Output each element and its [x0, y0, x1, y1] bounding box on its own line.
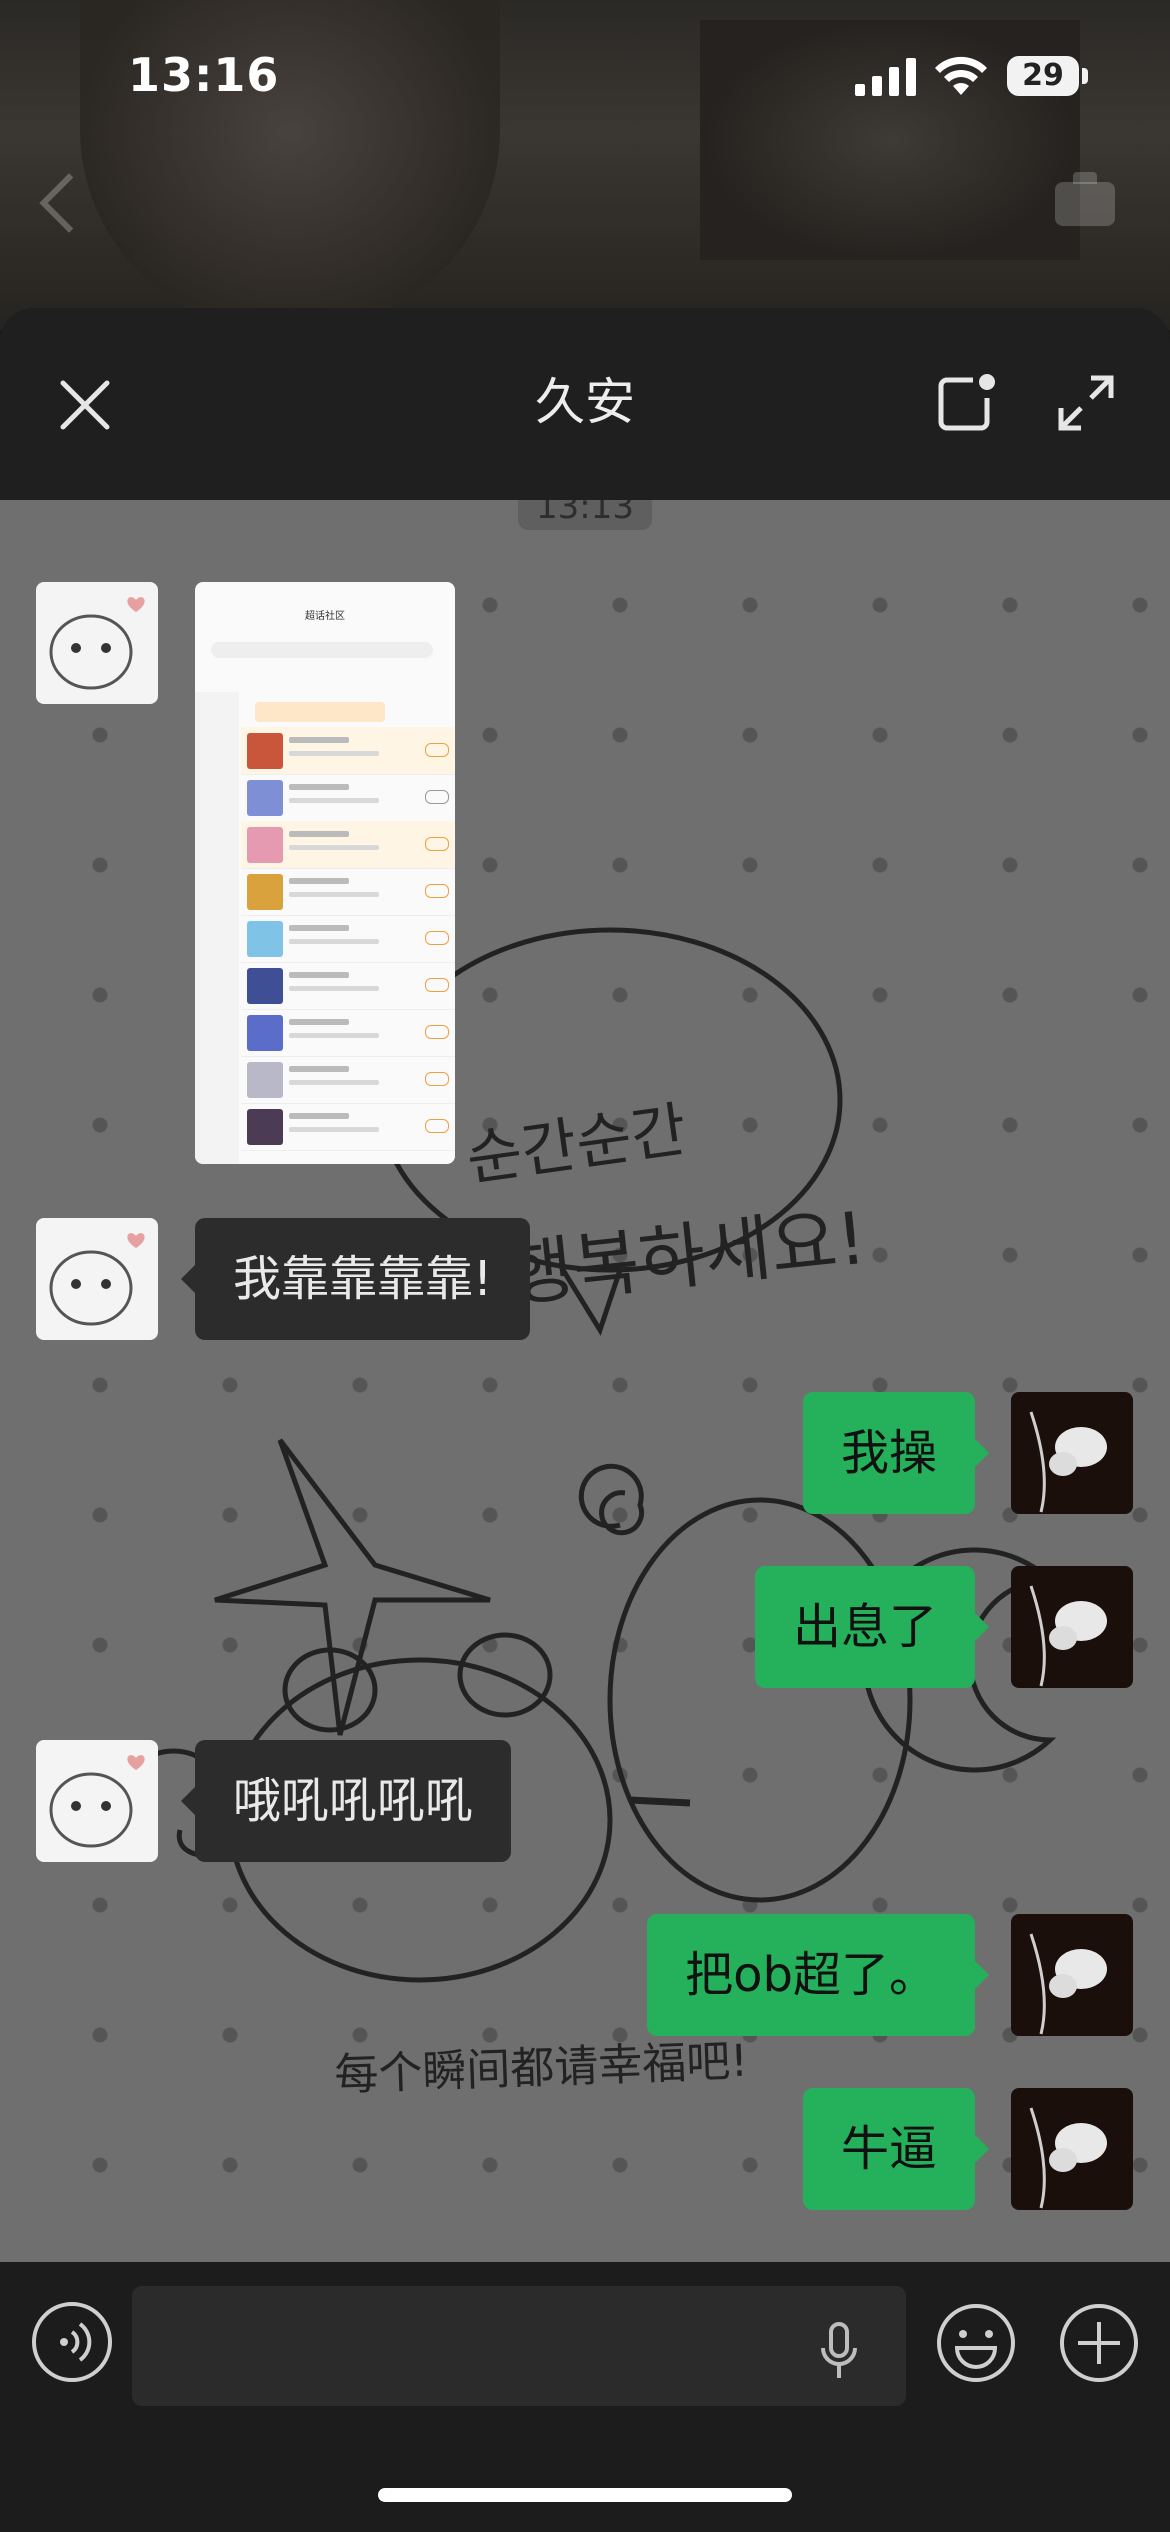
signal-icon	[855, 58, 916, 96]
input-bar	[0, 2262, 1170, 2532]
screenshot-row	[241, 774, 455, 822]
microphone-icon[interactable]	[820, 2322, 858, 2382]
floating-window-icon[interactable]	[935, 372, 997, 434]
voice-icon[interactable]	[32, 2302, 112, 2382]
screenshot-row	[241, 727, 455, 775]
user-avatar[interactable]	[1011, 1914, 1133, 2036]
expand-icon[interactable]	[1055, 372, 1117, 434]
home-indicator[interactable]	[378, 2488, 792, 2502]
chat-timestamp: 13:13	[518, 500, 652, 530]
screenshot-row	[241, 915, 455, 963]
screenshot-search	[211, 642, 433, 658]
plus-icon[interactable]	[1058, 2302, 1140, 2384]
message-bubble-sent[interactable]: 出息了	[754, 1566, 990, 1688]
wifi-icon	[935, 56, 987, 95]
screenshot-row	[241, 821, 455, 869]
shared-screenshot[interactable]: 超话社区	[195, 582, 455, 1164]
close-icon[interactable]	[55, 375, 115, 435]
screenshot-row	[241, 1009, 455, 1057]
user-avatar[interactable]	[1011, 2088, 1133, 2210]
wallpaper-caption: 每个瞬间都请幸福吧!	[334, 2036, 749, 2101]
message-bubble-sent[interactable]: 牛逼	[802, 2088, 990, 2210]
user-avatar[interactable]	[1011, 1566, 1133, 1688]
user-avatar[interactable]	[1011, 1392, 1133, 1514]
message-input[interactable]	[132, 2286, 906, 2406]
contact-avatar[interactable]	[36, 1740, 158, 1862]
status-bar: 13:16 29	[0, 0, 1170, 150]
screenshot-row	[241, 1103, 455, 1151]
screenshot-row	[241, 1056, 455, 1104]
wallpaper-text-1: 순간순간	[462, 1095, 690, 1195]
chat-area[interactable]: 순간순간 행복하세요! 每个瞬间都请幸福吧! 13:13 超话社区 我靠靠靠靠!…	[0, 500, 1170, 2262]
message-bubble-received[interactable]: 我靠靠靠靠!	[180, 1218, 531, 1340]
message-bubble-sent[interactable]: 把ob超了。	[647, 1914, 989, 2036]
camera-icon	[1055, 172, 1115, 226]
message-bubble-received[interactable]: 哦吼吼吼吼	[180, 1740, 512, 1862]
screenshot-sidebar	[195, 692, 239, 1164]
battery-tip	[1082, 68, 1088, 84]
wallpaper-doodle: 순간순간 행복하세요! 每个瞬间都请幸福吧!	[127, 927, 1057, 2101]
screenshot-title: 超话社区	[305, 611, 345, 622]
wallpaper-text-2: 행복하세요!	[503, 1196, 870, 1317]
status-time: 13:16	[128, 48, 280, 102]
emoji-icon[interactable]	[935, 2302, 1017, 2384]
message-bubble-sent[interactable]: 我操	[802, 1392, 990, 1514]
battery-indicator: 29	[1007, 56, 1079, 96]
contact-avatar[interactable]	[36, 582, 158, 704]
screenshot-row	[241, 962, 455, 1010]
screenshot-row	[241, 868, 455, 916]
contact-avatar[interactable]	[36, 1218, 158, 1340]
